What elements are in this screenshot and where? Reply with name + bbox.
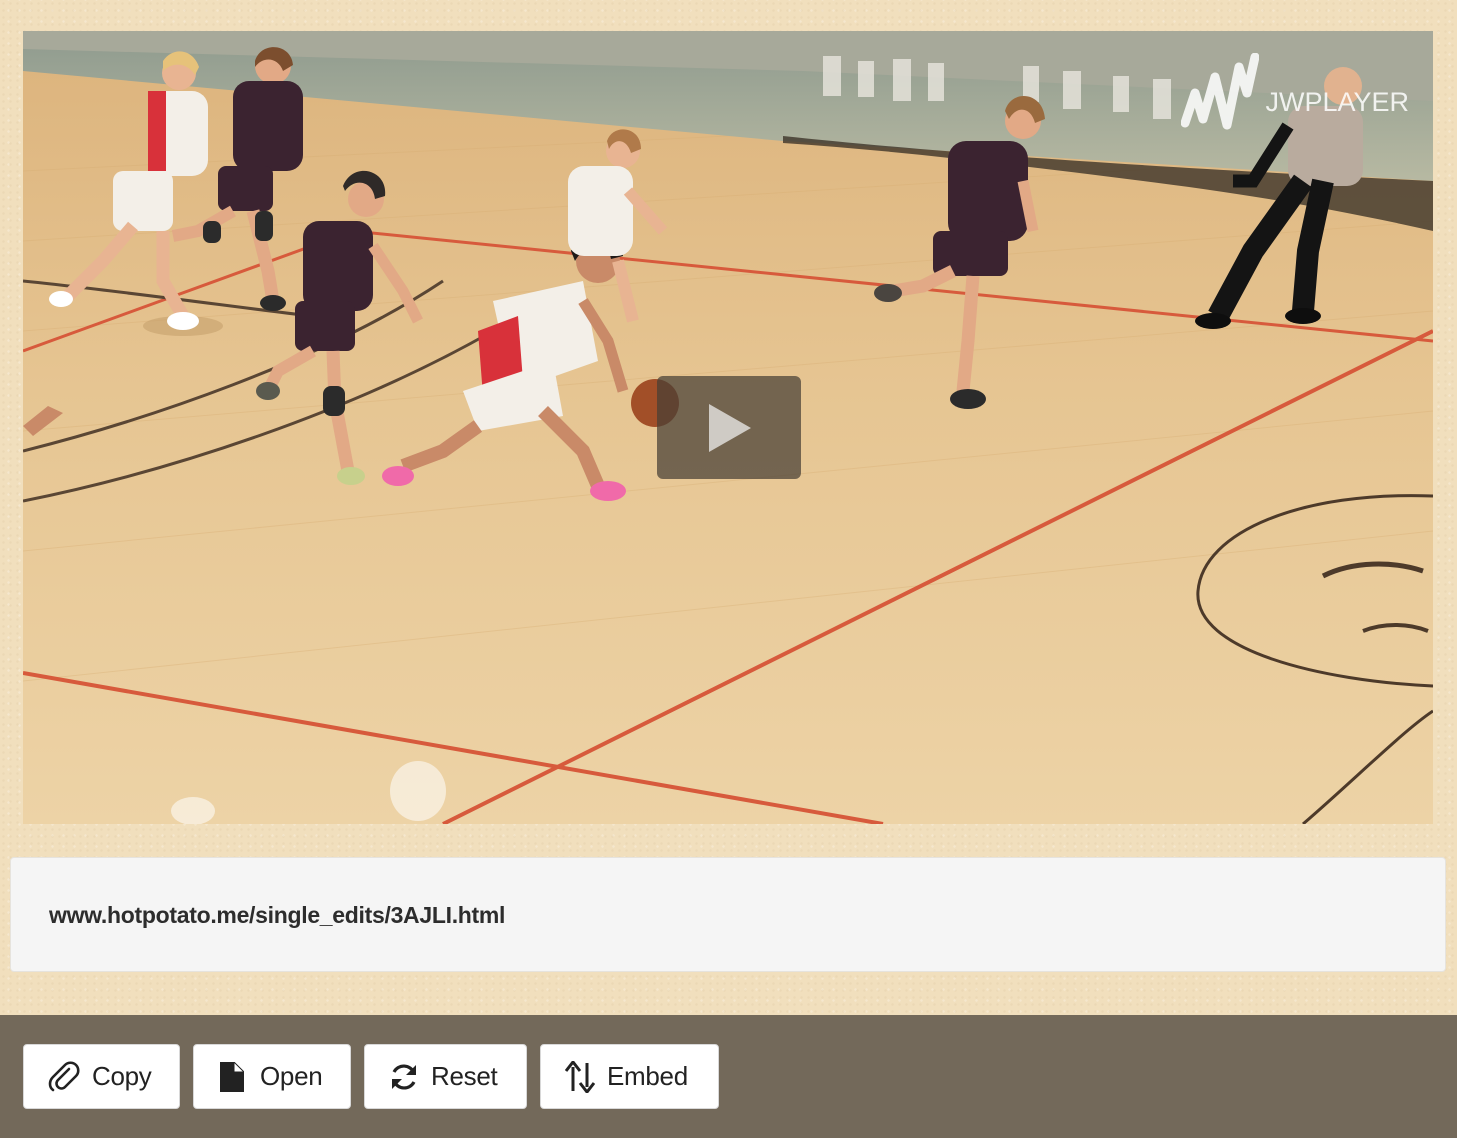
refresh-icon [389, 1062, 419, 1092]
play-icon [709, 403, 751, 452]
share-url[interactable]: www.hotpotato.me/single_edits/3AJLI.html [49, 902, 505, 929]
embed-button-label: Embed [607, 1061, 688, 1091]
jwplayer-watermark: JWPLAYER [1181, 53, 1409, 139]
play-button[interactable] [657, 376, 801, 479]
jwplayer-watermark-text: JWPLAYER [1265, 86, 1409, 117]
share-url-box[interactable]: www.hotpotato.me/single_edits/3AJLI.html [10, 857, 1446, 972]
open-button-label: Open [260, 1061, 323, 1091]
sort-arrows-icon [565, 1060, 595, 1093]
open-button[interactable]: Open [193, 1044, 351, 1109]
jwplayer-logo-icon [1181, 53, 1260, 130]
reset-button-label: Reset [431, 1061, 498, 1091]
action-toolbar: Copy Open Reset Embed [0, 1015, 1457, 1138]
file-icon [220, 1061, 244, 1092]
paperclip-icon [48, 1060, 80, 1093]
reset-button[interactable]: Reset [364, 1044, 527, 1109]
copy-button[interactable]: Copy [23, 1044, 180, 1109]
copy-button-label: Copy [92, 1061, 152, 1091]
embed-button[interactable]: Embed [540, 1044, 719, 1109]
video-player[interactable]: JWPLAYER [23, 31, 1433, 824]
